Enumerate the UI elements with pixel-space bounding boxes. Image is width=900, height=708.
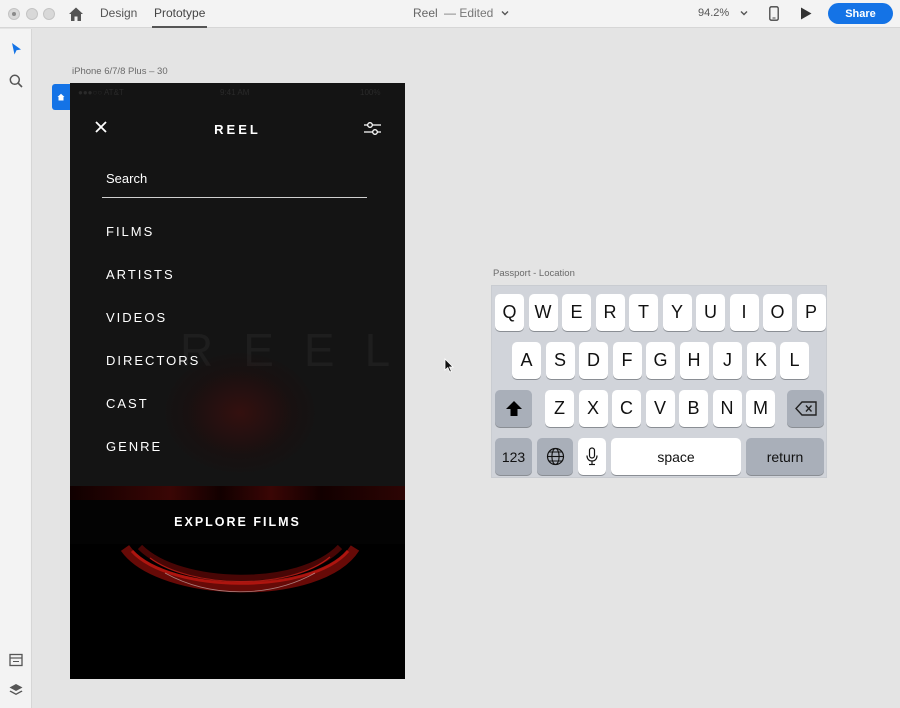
- home-icon: [57, 93, 65, 101]
- layers-icon[interactable]: [8, 682, 24, 698]
- artboard-label-iphone[interactable]: iPhone 6/7/8 Plus – 30: [72, 66, 168, 77]
- chevron-down-icon[interactable]: [740, 9, 748, 17]
- backspace-key[interactable]: [787, 390, 824, 427]
- tool-sidebar: [0, 29, 32, 708]
- window-minimize-button[interactable]: [26, 8, 38, 20]
- title-bar: Design Prototype Reel — Edited 94.2% Sha…: [0, 0, 900, 28]
- share-button[interactable]: Share: [828, 3, 893, 24]
- key-e[interactable]: E: [562, 294, 591, 331]
- hero-image-strip: [70, 486, 405, 500]
- numbers-key[interactable]: 123: [495, 438, 532, 475]
- search-tool-icon[interactable]: [8, 73, 24, 89]
- menu-item-directors[interactable]: DIRECTORS: [106, 353, 200, 368]
- zoom-level[interactable]: 94.2%: [698, 7, 729, 19]
- key-f[interactable]: F: [612, 342, 642, 379]
- chevron-down-icon[interactable]: [501, 9, 509, 17]
- assets-panel-icon[interactable]: [8, 652, 24, 668]
- key-x[interactable]: X: [578, 390, 608, 427]
- key-g[interactable]: G: [646, 342, 675, 379]
- status-carrier: ●●●○○ AT&T: [78, 88, 124, 97]
- status-time: 9:41 AM: [220, 88, 250, 97]
- active-tab-indicator: [152, 26, 207, 28]
- key-q[interactable]: Q: [495, 294, 524, 331]
- window-zoom-button[interactable]: [43, 8, 55, 20]
- menu-item-cast[interactable]: CAST: [106, 396, 149, 411]
- shift-icon: [505, 401, 522, 416]
- key-n[interactable]: N: [712, 390, 742, 427]
- mouse-cursor-icon: [444, 358, 454, 373]
- key-m[interactable]: M: [746, 390, 775, 427]
- key-r[interactable]: R: [595, 294, 625, 331]
- shift-key[interactable]: [495, 390, 532, 427]
- key-h[interactable]: H: [679, 342, 709, 379]
- iphone-artboard[interactable]: ●●●○○ AT&T 9:41 AM 100% REEL REEL Search…: [70, 83, 405, 679]
- red-swirl-image: [120, 544, 360, 593]
- window-close-button[interactable]: [8, 8, 20, 20]
- menu-item-artists[interactable]: ARTISTS: [106, 267, 175, 282]
- filter-settings-icon[interactable]: [363, 121, 382, 136]
- menu-item-genre[interactable]: GENRE: [106, 439, 162, 454]
- key-v[interactable]: V: [645, 390, 675, 427]
- key-y[interactable]: Y: [662, 294, 692, 331]
- key-i[interactable]: I: [729, 294, 759, 331]
- document-name[interactable]: Reel: [413, 6, 438, 20]
- key-t[interactable]: T: [629, 294, 658, 331]
- backspace-icon: [794, 401, 817, 416]
- key-d[interactable]: D: [579, 342, 608, 379]
- space-key[interactable]: space: [611, 438, 741, 475]
- key-u[interactable]: U: [696, 294, 725, 331]
- home-icon[interactable]: [67, 5, 85, 23]
- play-icon[interactable]: [800, 7, 812, 20]
- key-s[interactable]: S: [545, 342, 575, 379]
- key-w[interactable]: W: [528, 294, 558, 331]
- menu-item-videos[interactable]: VIDEOS: [106, 310, 167, 325]
- tab-design[interactable]: Design: [100, 6, 137, 20]
- key-b[interactable]: B: [679, 390, 708, 427]
- key-p[interactable]: P: [796, 294, 826, 331]
- globe-icon: [546, 447, 564, 466]
- home-artboard-badge[interactable]: [52, 84, 70, 110]
- key-c[interactable]: C: [612, 390, 641, 427]
- artboard-label-keyboard[interactable]: Passport - Location: [493, 268, 575, 279]
- app-title: REEL: [214, 122, 261, 137]
- tab-prototype[interactable]: Prototype: [154, 6, 205, 20]
- globe-key[interactable]: [537, 438, 573, 475]
- microphone-icon: [586, 447, 598, 466]
- key-j[interactable]: J: [713, 342, 742, 379]
- key-z[interactable]: Z: [545, 390, 574, 427]
- search-input[interactable]: Search: [106, 171, 147, 186]
- red-glow: [165, 353, 315, 473]
- device-preview-icon[interactable]: [769, 6, 779, 21]
- document-status[interactable]: — Edited: [444, 6, 493, 20]
- explore-films-button[interactable]: EXPLORE FILMS: [70, 500, 405, 544]
- status-battery: 100%: [360, 88, 381, 97]
- key-o[interactable]: O: [763, 294, 792, 331]
- dictation-key[interactable]: [578, 438, 606, 475]
- search-underline: [102, 197, 367, 198]
- key-l[interactable]: L: [780, 342, 809, 379]
- keyboard-artboard[interactable]: QWERTYUIOP ASDFGHJKL ZXCVBNM 123 space r: [491, 285, 827, 478]
- key-a[interactable]: A: [512, 342, 541, 379]
- menu-item-films[interactable]: FILMS: [106, 224, 154, 239]
- key-k[interactable]: K: [746, 342, 776, 379]
- select-tool-icon[interactable]: [8, 41, 24, 57]
- return-key[interactable]: return: [746, 438, 824, 475]
- menu-overlay: ●●●○○ AT&T 9:41 AM 100% REEL REEL Search…: [70, 83, 405, 486]
